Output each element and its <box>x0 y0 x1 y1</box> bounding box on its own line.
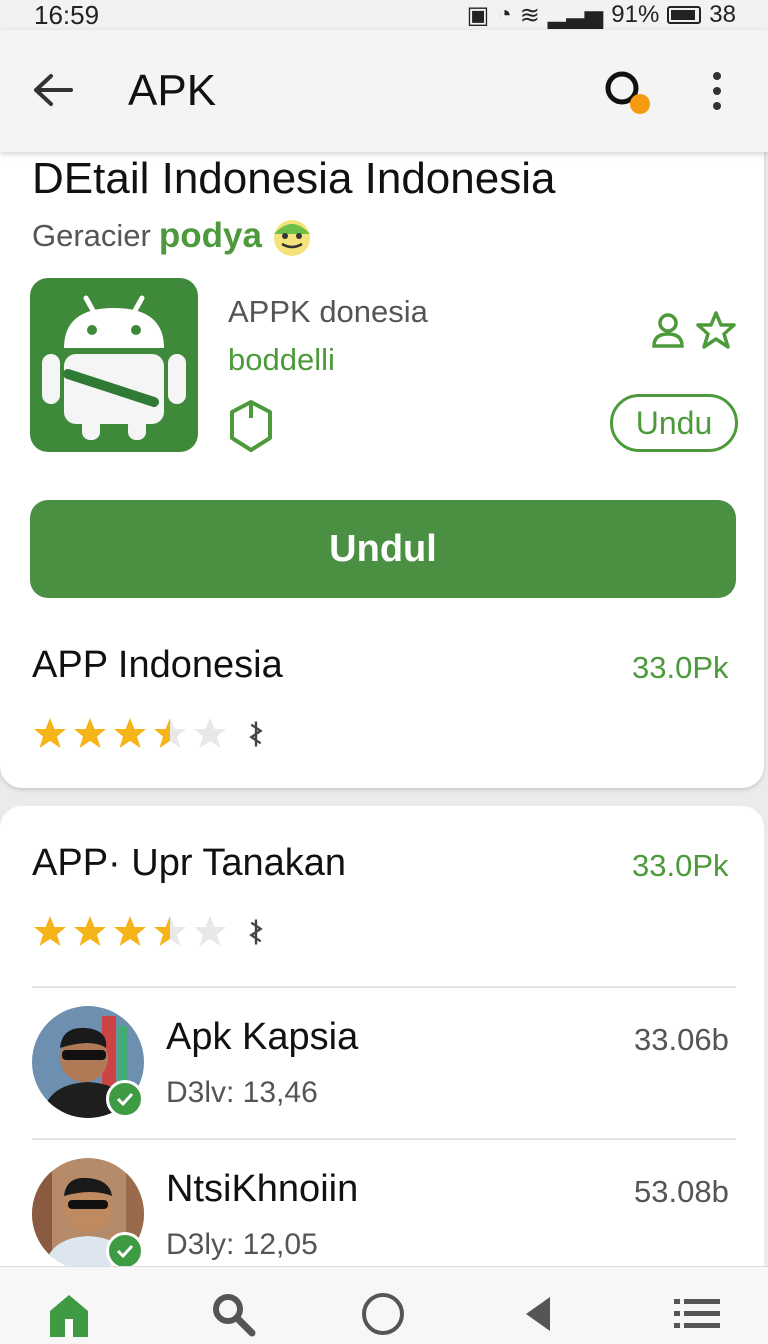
sub-label: Geracier <box>32 218 151 253</box>
person-count: 53.08b <box>634 1174 729 1209</box>
back-arrow-icon[interactable] <box>30 70 74 110</box>
shield-icon <box>230 400 272 452</box>
rating-stars <box>32 914 270 950</box>
status-time: 16:59 <box>34 0 100 30</box>
status-extra: 38 <box>709 1 736 28</box>
divider <box>32 986 736 988</box>
star-icon <box>74 916 106 946</box>
app-detail-card: DEtail Indonesia Indonesia Geracier pody… <box>0 150 764 788</box>
star-icon <box>194 718 226 748</box>
verified-icon <box>106 1232 144 1270</box>
share-icon[interactable] <box>242 720 270 748</box>
detail-title: DEtail Indonesia Indonesia <box>32 154 556 203</box>
face-emoji-icon <box>273 220 310 256</box>
row-count: 33.0Pk <box>632 848 729 883</box>
row-count: 33.0Pk <box>632 650 729 685</box>
app-name: APPK donesia <box>228 294 428 329</box>
share-icon[interactable] <box>242 918 270 946</box>
download-pill-button[interactable]: Undu <box>610 394 738 452</box>
sync-icon: ◔ <box>497 1 512 28</box>
star-icon <box>74 718 106 748</box>
status-icons: ▣ ◔ ≋ ▂▃▅ 91% 38 <box>467 1 736 30</box>
download-button[interactable]: Undul <box>30 500 736 598</box>
sub-brand: podya <box>158 216 262 255</box>
app-developer[interactable]: boddelli <box>228 342 335 378</box>
notification-icon: ▣ <box>466 1 490 29</box>
divider <box>32 1138 736 1140</box>
page-title: APK <box>128 66 217 115</box>
star-icon <box>154 718 186 748</box>
row-title: APP· Upr Tanakan <box>32 842 347 884</box>
more-vert-icon[interactable] <box>700 66 734 116</box>
android-icon <box>30 278 198 452</box>
person-meta: D3lv: 13,46 <box>166 1076 318 1109</box>
star-icon <box>114 718 146 748</box>
wifi-icon: ≋ <box>519 1 540 29</box>
detail-subline: Geracier podya <box>32 214 314 258</box>
row-title: APP Indonesia <box>32 644 283 686</box>
star-icon <box>34 718 66 748</box>
star-icon <box>114 916 146 946</box>
star-icon <box>34 916 66 946</box>
person-name[interactable]: NtsiKhnoiin <box>166 1168 358 1211</box>
user-icon[interactable] <box>648 310 688 350</box>
menu-icon[interactable] <box>672 1289 722 1339</box>
battery-icon <box>667 6 702 24</box>
signal-icon: ▂▃▅ <box>547 1 604 29</box>
status-bar: 16:59 ▣ ◔ ≋ ▂▃▅ 91% 38 <box>0 0 768 30</box>
search-icon[interactable] <box>600 66 656 122</box>
search-icon[interactable] <box>208 1289 258 1339</box>
star-outline-icon[interactable] <box>696 310 736 350</box>
back-triangle-icon[interactable] <box>514 1289 564 1339</box>
person-count: 33.06b <box>634 1022 729 1057</box>
battery-percent: 91% <box>611 1 660 28</box>
star-icon <box>194 916 226 946</box>
star-icon <box>154 916 186 946</box>
rating-stars <box>32 716 270 752</box>
person-name[interactable]: Apk Kapsia <box>166 1016 358 1059</box>
verified-icon <box>106 1080 144 1118</box>
list-card: APP· Upr Tanakan 33.0Pk Apk Kapsia D3lv:… <box>0 806 764 1276</box>
circle-icon[interactable] <box>358 1289 408 1339</box>
bottom-nav <box>0 1266 768 1344</box>
home-icon[interactable] <box>44 1289 94 1339</box>
person-meta: D3ly: 12,05 <box>166 1228 318 1261</box>
app-bar: APK <box>0 30 768 152</box>
